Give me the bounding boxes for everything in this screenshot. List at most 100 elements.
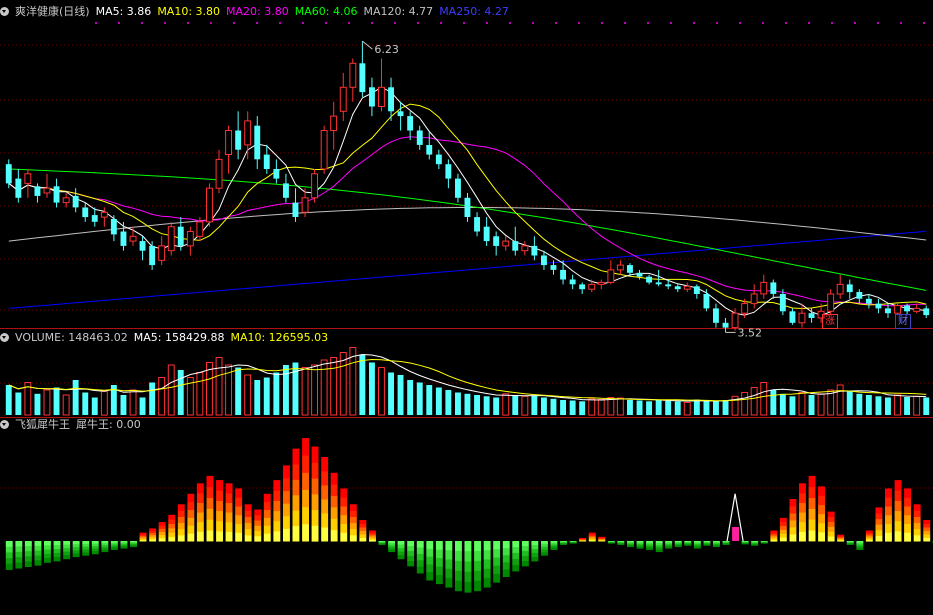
indicator-bar-positive [187, 493, 195, 503]
indicator-bar-negative [445, 559, 453, 570]
candle-down [369, 87, 375, 107]
settings-circle-icon[interactable] [0, 7, 9, 16]
volume-bar-up [607, 397, 615, 416]
stock-chart[interactable]: 6.23 3.52 [0, 0, 933, 615]
candle-down [474, 217, 480, 232]
volume-bar-up [215, 357, 223, 416]
indicator-bar-positive [779, 537, 787, 542]
indicator-bar-positive [598, 536, 606, 538]
indicator-bar-negative [655, 549, 663, 553]
candle-up [502, 240, 510, 247]
indicator-bar-negative [512, 552, 520, 560]
indicator-bar-negative [397, 551, 405, 556]
indicator-bar-positive [158, 531, 166, 536]
volume-bar-up [588, 398, 596, 416]
indicator-bar-negative [426, 556, 434, 565]
indicator-bar-positive [588, 532, 596, 535]
low-price-label: 3.52 [738, 326, 763, 339]
indicator-bar-positive [875, 507, 883, 514]
candle-down [627, 265, 633, 273]
candle-down [770, 282, 777, 294]
indicator-bar-positive [837, 534, 845, 537]
indicator-bar-negative [435, 549, 443, 559]
indicator-bar-positive [340, 523, 348, 533]
candle-down [789, 311, 796, 323]
signal-dot [670, 22, 672, 24]
indicator-bar-negative [72, 541, 80, 545]
indicator-bar-positive [196, 502, 204, 513]
signal-dot [440, 22, 442, 24]
signal-dot [647, 22, 649, 24]
volume-bar-down [435, 387, 442, 415]
ma20-value: MA20: 3.80 [226, 5, 289, 18]
badge-zhang[interactable]: 涨 [822, 314, 838, 329]
candle-down [407, 116, 414, 131]
candle-down [359, 63, 366, 93]
candle-down [397, 111, 404, 117]
indicator-bar-negative [684, 544, 692, 546]
indicator-bar-negative [674, 545, 682, 548]
indicator-bar-positive [340, 506, 348, 516]
volume-bar-down [693, 399, 700, 415]
indicator-bar-positive [321, 499, 329, 514]
indicator-bar-positive [283, 528, 290, 542]
indicator-bar-negative [24, 541, 32, 547]
indicator-bar-negative [464, 551, 472, 562]
indicator-bar-negative [569, 542, 577, 544]
indicator-bar-positive [865, 530, 873, 533]
volume-bar-down [120, 395, 127, 415]
ma60-value: MA60: 4.06 [294, 5, 358, 18]
indicator-bar-negative [531, 541, 539, 546]
indicator-bar-negative [493, 573, 501, 583]
candle-down [531, 245, 538, 256]
indicator-bar-positive [340, 514, 348, 525]
indicator-bar-positive [321, 485, 329, 500]
indicator-bar-positive [579, 537, 587, 539]
candle-down [493, 236, 500, 246]
indicator-bar-negative [455, 580, 462, 592]
indicator-bar-negative [445, 541, 453, 551]
indicator-bar-positive [330, 495, 338, 508]
candle-down [703, 294, 710, 309]
volume-bar-down [789, 396, 796, 416]
volume-settings-circle-icon[interactable] [0, 333, 9, 342]
volume-value: VOLUME: 148463.02 [15, 331, 128, 344]
indicator-bar-negative [416, 541, 424, 548]
indicator-bar-negative [474, 560, 481, 572]
volume-bar-up [836, 384, 844, 416]
indicator-bar-negative [53, 552, 61, 558]
candle-up [62, 197, 70, 204]
candle-down [445, 164, 452, 179]
candle-down [416, 130, 423, 145]
indicator-bar-negative [483, 550, 491, 560]
indicator-bar-positive [177, 516, 185, 524]
volume-bar-down [445, 390, 452, 415]
candle-up [741, 303, 749, 314]
candle-down [569, 279, 576, 285]
indicator-bar-negative [502, 548, 510, 556]
signal-dot [854, 22, 856, 24]
indicator-bar-positive [349, 510, 357, 517]
indicator-bar-positive [254, 525, 262, 532]
indicator-bar-negative [502, 569, 510, 577]
signal-dot [555, 22, 557, 24]
signal-dot [716, 22, 718, 24]
candle-up [129, 235, 137, 242]
indicator-bar-negative [407, 560, 415, 567]
indicator-bar-positive [894, 520, 902, 532]
indicator-settings-circle-icon[interactable] [0, 420, 9, 429]
signal-dot [509, 22, 511, 24]
indicator-bar-positive [923, 527, 931, 531]
volume-bar-down [541, 397, 547, 415]
badge-cai[interactable]: 财 [895, 314, 911, 329]
indicator-bar-negative [110, 547, 118, 550]
indicator-bar-positive [875, 529, 883, 536]
indicator-bar-positive [779, 517, 787, 523]
indicator-bar-negative [44, 558, 51, 563]
indicator-bar-positive [263, 501, 271, 510]
volume-bar-down [15, 392, 22, 415]
candle-down [120, 231, 127, 246]
indicator-bar-negative [426, 572, 434, 581]
indicator-bar-positive [779, 525, 787, 530]
signal-dot [279, 22, 281, 24]
